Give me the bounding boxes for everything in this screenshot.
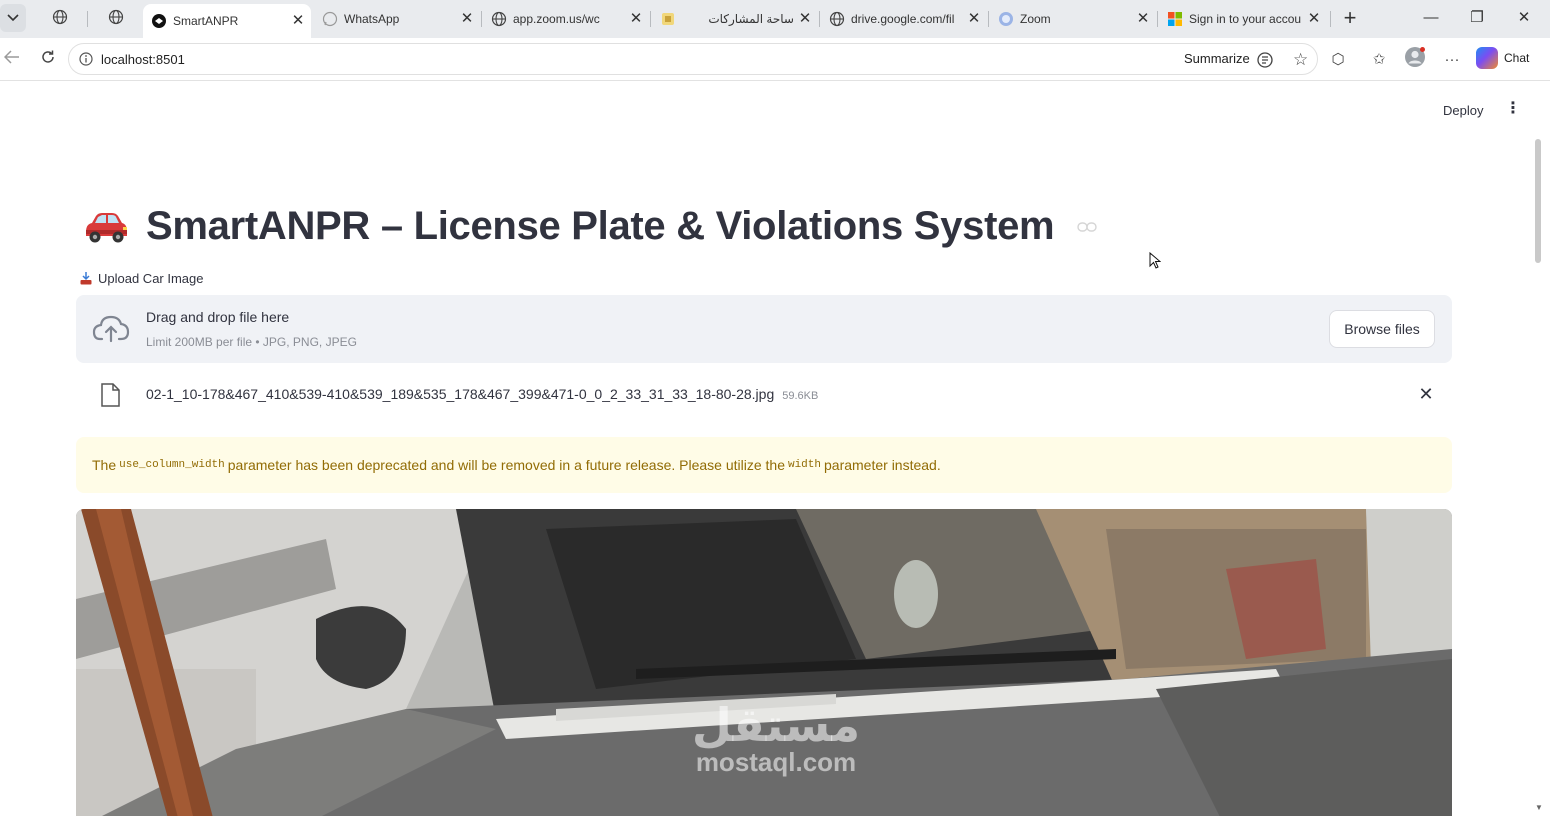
reload-button[interactable]	[36, 47, 60, 71]
close-tab-icon[interactable]: ✕	[798, 11, 812, 26]
dropzone-limit: Limit 200MB per file • JPG, PNG, JPEG	[146, 335, 357, 349]
close-tab-icon[interactable]: ✕	[1136, 11, 1150, 26]
zoom-icon	[998, 11, 1014, 27]
remove-file-icon[interactable]: ✕	[1416, 385, 1436, 405]
address-bar[interactable]: localhost:8501 Summarize ☆	[68, 43, 1318, 75]
browse-files-button[interactable]: Browse files	[1329, 310, 1435, 348]
chevron-down-icon	[7, 11, 19, 25]
site-icon	[660, 11, 676, 27]
watermark-latin: mostaql.com	[695, 747, 857, 777]
watermark-arabic: مستقل	[691, 698, 861, 752]
pinned-tab-globe[interactable]	[47, 6, 73, 32]
close-window-button[interactable]: ✕	[1509, 6, 1539, 30]
uploaded-file-row: 02-1_10-178&467_410&539-410&539_189&535_…	[76, 377, 1452, 411]
summarize-icon[interactable]	[1256, 51, 1274, 69]
tab-google-drive[interactable]: drive.google.com/fil ✕	[821, 4, 987, 34]
back-arrow-icon	[3, 49, 20, 69]
car-icon	[82, 209, 130, 243]
globe-icon	[491, 11, 507, 27]
uploader-label: Upload Car Image	[80, 271, 204, 286]
mostaql-watermark: مستقل mostaql.com	[676, 701, 876, 775]
favorites-icon: ✩	[1372, 51, 1386, 68]
link-anchor-icon[interactable]	[1077, 220, 1097, 232]
tab-title: app.zoom.us/wc	[513, 12, 600, 26]
warning-code-1: use_column_width	[119, 459, 225, 471]
summarize-label[interactable]: Summarize	[1184, 51, 1250, 66]
profile-button[interactable]	[1403, 47, 1427, 71]
close-tab-icon[interactable]: ✕	[629, 11, 643, 26]
more-menu-button[interactable]: ···	[1440, 47, 1464, 71]
dropzone-title: Drag and drop file here	[146, 309, 290, 325]
tab-title: Sign in to your accou	[1189, 12, 1302, 26]
file-icon	[100, 383, 120, 407]
uploaded-file-size: 59.6KB	[782, 390, 819, 402]
puzzle-icon: ⬡	[1331, 51, 1345, 68]
warning-text-3: parameter instead.	[824, 457, 941, 473]
favorites-button[interactable]: ✩	[1367, 47, 1391, 71]
globe-icon	[108, 9, 124, 30]
close-tab-icon[interactable]: ✕	[1307, 11, 1321, 26]
tab-actions-menu[interactable]	[0, 4, 26, 32]
main-menu-icon[interactable]: ⋮	[1505, 101, 1521, 119]
tab-arabic-site[interactable]: ساحة المشاركات ✕	[652, 4, 818, 34]
uploaded-file-info: 02-1_10-178&467_410&539-410&539_189&535_…	[146, 386, 818, 402]
close-tab-icon[interactable]: ✕	[460, 11, 474, 26]
minimize-icon: —	[1423, 9, 1439, 26]
uploader-label-text: Upload Car Image	[98, 271, 204, 286]
chat-label: Chat	[1504, 51, 1530, 65]
tab-smartanpr[interactable]: SmartANPR ✕	[143, 4, 311, 38]
page-title: SmartANPR – License Plate & Violations S…	[146, 203, 1055, 248]
tab-title: WhatsApp	[344, 12, 400, 26]
restore-icon: ❐	[1470, 9, 1484, 26]
more-icon: ···	[1444, 50, 1460, 68]
globe-icon	[52, 9, 68, 30]
avatar-icon	[1404, 46, 1426, 72]
plus-icon: +	[1343, 5, 1357, 30]
tab-title: ساحة المشاركات	[708, 12, 794, 26]
copilot-chat-button[interactable]: Chat	[1476, 45, 1529, 71]
scroll-down-arrow-icon[interactable]: ▼	[1535, 803, 1543, 812]
tab-zoom[interactable]: Zoom ✕	[990, 4, 1156, 34]
browser-tab-bar: SmartANPR ✕ WhatsApp ✕ app.zoom.us/wc ✕ …	[0, 0, 1550, 39]
cloud-upload-icon	[92, 313, 130, 345]
tab-title: Zoom	[1020, 12, 1051, 26]
minimize-button[interactable]: —	[1416, 6, 1446, 30]
back-button[interactable]	[0, 47, 24, 71]
warning-text-2: parameter has been deprecated and will b…	[227, 457, 785, 473]
uploaded-file-name: 02-1_10-178&467_410&539-410&539_189&535_…	[146, 386, 775, 402]
reload-icon	[40, 49, 56, 70]
warning-code-2: width	[787, 459, 821, 471]
extensions-button[interactable]: ⬡	[1326, 47, 1350, 71]
favorite-star-icon[interactable]: ☆	[1293, 50, 1308, 70]
close-icon: ✕	[1517, 9, 1531, 26]
page-title-row: SmartANPR – License Plate & Violations S…	[82, 198, 1055, 254]
microsoft-icon	[1167, 11, 1183, 27]
browser-toolbar: localhost:8501 Summarize ☆ ⬡ ✩ ··· Chat	[0, 38, 1550, 81]
tab-zoom-web[interactable]: app.zoom.us/wc ✕	[483, 4, 649, 34]
new-tab-button[interactable]: +	[1338, 6, 1362, 32]
close-tab-icon[interactable]: ✕	[967, 11, 981, 26]
deploy-button[interactable]: Deploy	[1443, 103, 1483, 118]
copilot-icon	[1476, 47, 1498, 69]
scrollbar-thumb[interactable]	[1535, 139, 1541, 263]
deprecation-warning: The use_column_width parameter has been …	[76, 437, 1452, 493]
tab-title: drive.google.com/fil	[851, 12, 955, 26]
close-tab-icon[interactable]: ✕	[291, 13, 305, 28]
pinned-tab-globe-2[interactable]	[103, 6, 129, 32]
mouse-cursor-icon	[1149, 251, 1162, 270]
tab-whatsapp[interactable]: WhatsApp ✕	[314, 4, 480, 34]
file-dropzone[interactable]: Drag and drop file here Limit 200MB per …	[76, 295, 1452, 363]
streamlit-icon	[151, 13, 167, 29]
restore-button[interactable]: ❐	[1462, 6, 1492, 30]
tab-title: SmartANPR	[173, 14, 239, 28]
info-icon[interactable]	[79, 52, 93, 66]
warning-text-1: The	[92, 457, 117, 473]
whatsapp-icon	[322, 11, 338, 27]
tab-microsoft-signin[interactable]: Sign in to your accou ✕	[1159, 4, 1327, 34]
inbox-tray-icon	[80, 272, 92, 285]
url-text[interactable]: localhost:8501	[101, 52, 185, 67]
app-page: Deploy ⋮ ▼ SmartANPR – License Plate & V…	[0, 81, 1550, 816]
globe-icon	[829, 11, 845, 27]
